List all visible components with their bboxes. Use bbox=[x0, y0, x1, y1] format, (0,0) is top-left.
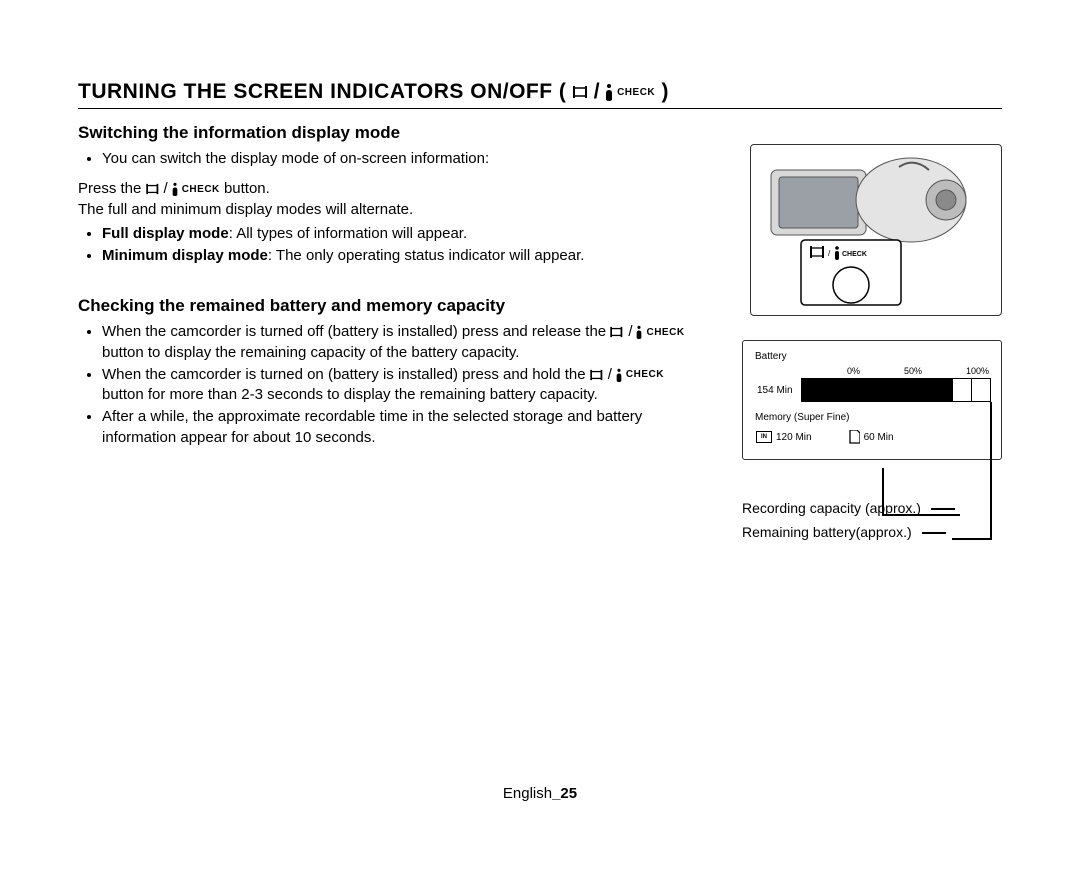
battery-segment bbox=[934, 379, 953, 401]
battery-label: Battery bbox=[755, 351, 991, 362]
battery-segment bbox=[802, 379, 821, 401]
connector-line bbox=[952, 538, 992, 540]
camcorder-icon: / CHECK bbox=[751, 145, 1001, 315]
battery-bar bbox=[801, 378, 991, 402]
battery-segment bbox=[839, 379, 858, 401]
section1-alt-line: The full and minimum display modes will … bbox=[78, 200, 698, 220]
callout-recording: Recording capacity (approx.) bbox=[742, 500, 1002, 516]
memory-internal-time: 120 Min bbox=[776, 432, 812, 443]
check-label: CHECK bbox=[617, 87, 655, 98]
pct-100: 100% bbox=[966, 366, 989, 376]
percent-row: 0% 50% 100% bbox=[753, 366, 991, 376]
section2-bullet3: After a while, the approximate recordabl… bbox=[102, 407, 698, 448]
footer-language: English bbox=[503, 785, 552, 802]
connector-line bbox=[882, 468, 884, 514]
title-prefix: TURNING THE SCREEN INDICATORS ON/OFF ( bbox=[78, 80, 573, 103]
page-footer: English_25 bbox=[0, 785, 1080, 802]
callout-line-icon bbox=[931, 508, 955, 510]
manual-page: TURNING THE SCREEN INDICATORS ON/OFF ( /… bbox=[0, 0, 1080, 874]
page-title-row: TURNING THE SCREEN INDICATORS ON/OFF ( /… bbox=[78, 80, 1002, 109]
page-title: TURNING THE SCREEN INDICATORS ON/OFF ( /… bbox=[78, 80, 669, 104]
battery-segment bbox=[972, 379, 990, 401]
title-suffix: ) bbox=[661, 80, 669, 103]
battery-time: 154 Min bbox=[757, 385, 793, 396]
pct-50: 50% bbox=[904, 366, 922, 376]
battery-segment bbox=[858, 379, 877, 401]
callout-line-icon bbox=[922, 532, 946, 534]
battery-segment bbox=[896, 379, 915, 401]
in-icon: IN bbox=[756, 431, 772, 443]
section1-press-line: Press the / CHECK button. bbox=[78, 179, 698, 199]
section1-bullet1: You can switch the display mode of on-sc… bbox=[102, 149, 698, 169]
battery-segment bbox=[915, 379, 934, 401]
footer-page-number: _25 bbox=[552, 785, 577, 802]
pct-0: 0% bbox=[847, 366, 860, 376]
connector-line bbox=[882, 514, 960, 516]
memory-row: IN 120 Min 60 Min bbox=[753, 429, 991, 445]
display-check-icon: / CHECK bbox=[590, 368, 664, 382]
section1-modes-list: Full display mode: All types of informat… bbox=[78, 224, 698, 267]
display-check-icon: / CHECK bbox=[146, 182, 220, 196]
left-column: Switching the information display mode Y… bbox=[78, 123, 698, 448]
sd-card-icon bbox=[848, 430, 860, 444]
display-check-icon: / CHECK bbox=[610, 325, 684, 339]
info-screen: Battery 0% 50% 100% 154 Min Memory (Supe… bbox=[742, 340, 1002, 460]
battery-segment bbox=[877, 379, 896, 401]
battery-segment bbox=[953, 379, 972, 401]
section1-list: You can switch the display mode of on-sc… bbox=[78, 149, 698, 169]
section2-list: When the camcorder is turned off (batter… bbox=[78, 322, 698, 448]
full-display-item: Full display mode: All types of informat… bbox=[102, 224, 698, 244]
min-display-item: Minimum display mode: The only operating… bbox=[102, 246, 698, 266]
svg-text:CHECK: CHECK bbox=[842, 251, 867, 258]
section2-heading: Checking the remained battery and memory… bbox=[78, 296, 698, 316]
memory-label: Memory (Super Fine) bbox=[755, 412, 991, 423]
section2-bullet1: When the camcorder is turned off (batter… bbox=[102, 322, 698, 363]
memory-card-time: 60 Min bbox=[864, 432, 894, 443]
memory-card: 60 Min bbox=[845, 429, 897, 445]
battery-row: 154 Min bbox=[753, 378, 991, 402]
callouts: Recording capacity (approx.) Remaining b… bbox=[742, 500, 1002, 540]
battery-segment bbox=[821, 379, 840, 401]
display-check-icon: / CHECK bbox=[573, 85, 655, 99]
info-screen-box: Battery 0% 50% 100% 154 Min Memory (Supe… bbox=[742, 340, 1002, 548]
memory-internal: IN 120 Min bbox=[753, 430, 815, 444]
connector-line bbox=[990, 402, 992, 538]
camcorder-illustration: / CHECK bbox=[750, 144, 1002, 316]
section2-bullet2: When the camcorder is turned on (battery… bbox=[102, 365, 698, 406]
section1-heading: Switching the information display mode bbox=[78, 123, 698, 143]
